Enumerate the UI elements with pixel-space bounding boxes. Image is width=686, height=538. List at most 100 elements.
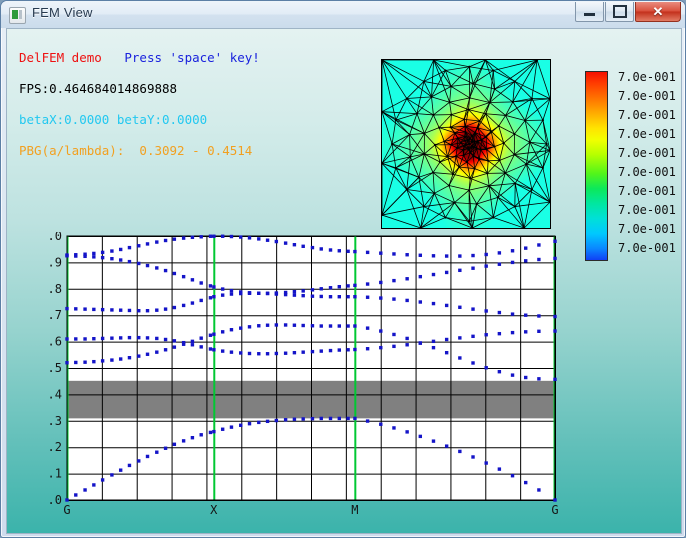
y-axis-tick-label: 1.0 — [49, 232, 62, 243]
mesh-node — [451, 173, 455, 176]
band-data-point — [220, 234, 225, 238]
band-data-point — [199, 336, 203, 340]
band-data-point — [239, 326, 243, 330]
band-structure-chart[interactable]: 0.0 0.1 0.2 0.3 0.4 0.5 0.6 0.7 0.8 0.9 1.0 G X M G — [49, 232, 561, 519]
mesh-edge — [391, 143, 425, 155]
band-data-point — [484, 333, 488, 337]
band-data-point — [83, 360, 87, 364]
band-data-point — [100, 359, 105, 363]
band-data-point — [365, 326, 370, 330]
band-data-point — [346, 348, 350, 352]
mesh-edge — [489, 101, 513, 103]
mesh-edge — [418, 172, 434, 178]
band-data-point — [110, 308, 114, 312]
mesh-edge — [514, 154, 544, 169]
mesh-edge — [485, 113, 506, 116]
mesh-edge — [468, 109, 486, 115]
band-data-point — [319, 324, 323, 328]
mesh-node — [468, 96, 471, 99]
band-data-point — [379, 296, 383, 300]
mesh-node — [476, 126, 479, 129]
mesh-node — [513, 80, 516, 83]
band-data-point — [484, 366, 488, 370]
hud-line-fps: FPS:0.464684014869888 — [19, 81, 260, 97]
band-data-point — [553, 239, 557, 243]
band-data-point — [537, 377, 541, 381]
mesh-node — [464, 125, 467, 128]
band-data-point — [127, 308, 132, 313]
mesh-edge — [514, 206, 525, 228]
hud-betax: betaX:0.0000 — [19, 111, 110, 127]
band-data-point — [292, 350, 297, 355]
band-data-point — [100, 307, 105, 312]
mesh-node — [492, 216, 495, 219]
mesh-edge — [449, 86, 452, 103]
band-data-point — [337, 348, 341, 352]
band-data-point — [127, 335, 132, 340]
band-data-point — [392, 426, 396, 430]
band-data-point — [497, 251, 502, 255]
band-data-point — [553, 314, 557, 319]
mesh-edge — [434, 192, 455, 203]
band-data-point — [65, 337, 69, 341]
band-data-point — [145, 242, 150, 246]
mesh-node — [468, 137, 472, 140]
mesh-node — [464, 143, 467, 146]
mesh-edge — [494, 142, 504, 147]
mesh-edge — [526, 163, 543, 169]
mesh-edge — [472, 83, 491, 103]
fem-mesh-panel[interactable] — [381, 59, 551, 229]
band-data-point — [199, 433, 203, 437]
mesh-node — [479, 148, 482, 151]
mesh-node — [471, 144, 474, 147]
mesh-edge — [489, 102, 506, 116]
mesh-node — [448, 101, 451, 104]
mesh-node — [430, 95, 433, 98]
band-data-point — [92, 359, 96, 364]
mesh-edge — [503, 133, 515, 144]
mesh-node — [422, 205, 425, 208]
band-data-point — [208, 296, 213, 300]
title-bar[interactable]: FEM View ✕ — [1, 1, 685, 28]
mesh-edge — [488, 185, 516, 207]
mesh-edge — [382, 134, 410, 164]
band-data-point — [346, 416, 350, 421]
mesh-node — [449, 85, 453, 88]
mesh-edge — [409, 133, 425, 136]
band-data-point — [145, 309, 150, 313]
band-data-point — [100, 250, 105, 255]
band-data-point — [199, 235, 203, 239]
band-data-point — [172, 442, 177, 446]
mesh-node — [480, 138, 483, 142]
close-button[interactable]: ✕ — [635, 2, 681, 22]
mesh-node — [444, 216, 447, 219]
band-data-point — [365, 347, 370, 351]
maximize-button[interactable] — [605, 2, 634, 22]
band-data-point — [190, 278, 195, 282]
mesh-edge — [451, 114, 465, 120]
mesh-edge — [472, 156, 475, 169]
band-data-point — [497, 310, 502, 315]
mesh-node — [467, 146, 470, 149]
mesh-edge — [382, 111, 410, 135]
mesh-node — [504, 114, 507, 117]
gl-client-area[interactable]: DelFEM demo Press 'space' key! FPS:0.464… — [6, 28, 682, 534]
band-data-point — [418, 341, 423, 345]
band-data-point — [458, 268, 462, 273]
band-data-point — [346, 284, 350, 288]
band-data-point — [110, 473, 114, 477]
band-data-point — [265, 291, 270, 295]
mesh-node — [438, 126, 441, 129]
mesh-edge — [531, 98, 544, 121]
band-data-point — [379, 329, 383, 333]
mesh-node — [467, 108, 470, 111]
band-data-point — [163, 337, 168, 342]
mesh-node — [490, 130, 493, 133]
band-data-point — [110, 336, 114, 340]
band-data-point — [392, 278, 396, 283]
band-data-point — [83, 337, 87, 341]
band-data-point — [229, 292, 234, 296]
band-data-point — [265, 352, 270, 356]
minimize-button[interactable] — [575, 2, 604, 22]
band-data-point — [471, 266, 475, 270]
